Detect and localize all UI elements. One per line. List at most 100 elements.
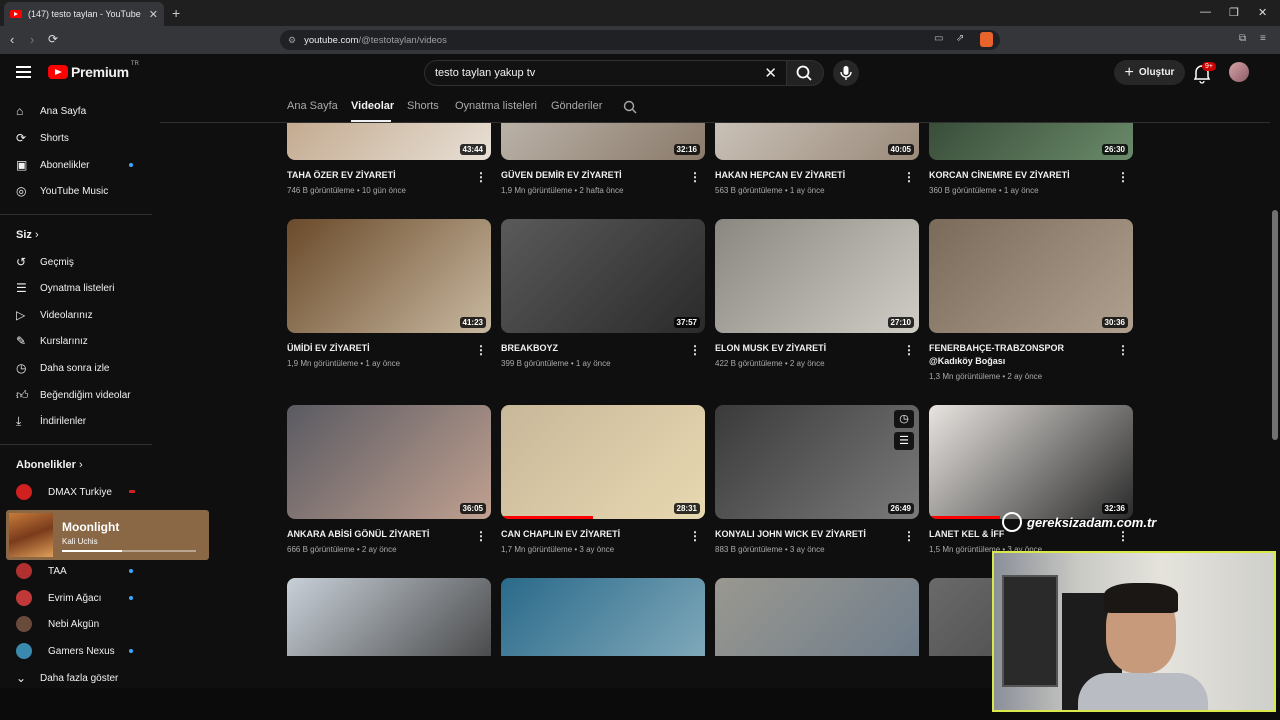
video-title[interactable]: CAN CHAPLIN EV ZİYARETİ — [501, 528, 681, 541]
video-duration: 35:04 — [674, 676, 700, 687]
video-card[interactable]: 30:36 FENERBAHÇE-TRABZONSPOR @Kadıköy Boğ… — [929, 219, 1133, 381]
youtube-premium-logo[interactable]: Premium TR — [48, 61, 139, 80]
video-title[interactable]: TAHA ÖZER EV ZİYARETİ — [287, 169, 467, 182]
video-title[interactable]: HAKAN HEPCAN EV ZİYARETİ — [715, 169, 895, 182]
video-title[interactable]: KONYALI JOHN WICK EV ZİYARETİ — [715, 528, 895, 541]
video-thumbnail[interactable]: 26:30 — [929, 123, 1133, 160]
video-card[interactable]: 35:04 — [501, 578, 705, 687]
create-button[interactable]: + Oluştur — [1114, 60, 1185, 85]
video-thumbnail[interactable]: 29:57 — [287, 578, 491, 656]
track-title: Moonlight — [62, 520, 120, 534]
cast-icon[interactable]: ▭ — [934, 33, 943, 44]
video-thumbnail[interactable]: 28:31 — [501, 405, 705, 519]
video-title[interactable]: BREAKBOYZ — [501, 342, 681, 355]
video-card[interactable]: 27:10 ELON MUSK EV ZİYARETİ 422 B görüntül… — [715, 219, 919, 368]
sidebar-item-label: Daha fazla göster — [40, 672, 119, 684]
sidebar-item-label: Ana Sayfa — [40, 105, 87, 117]
watch-later-icon[interactable]: ◷ — [894, 410, 914, 428]
maximize-button[interactable]: ❐ — [1229, 6, 1239, 19]
search-input[interactable]: testo taylan yakup tv ✕ — [424, 60, 788, 86]
tab-videos[interactable]: Videolar — [351, 100, 394, 112]
reload-icon[interactable]: ⟳ — [48, 32, 58, 46]
share-icon[interactable]: ⇗ — [956, 33, 964, 44]
more-options-icon[interactable]: ⋮ — [903, 170, 915, 184]
video-card[interactable]: 36:05 ANKARA ABİSİ GÖNÜL ZİYARETİ 666 B gö… — [287, 405, 491, 554]
video-card[interactable]: 26:30 KORCAN CİNEMRE EV ZİYARETİ 360 B gör… — [929, 123, 1133, 195]
video-meta: 1,3 Mn görüntüleme • 2 ay önce — [929, 372, 1043, 381]
tab-title: (147) testo taylan - YouTube — [28, 9, 141, 19]
video-title[interactable]: KORCAN CİNEMRE EV ZİYARETİ — [929, 169, 1109, 182]
more-options-icon[interactable]: ⋮ — [689, 170, 701, 184]
watch-progress-bar — [929, 516, 1001, 519]
video-card[interactable]: 28:31 CAN CHAPLIN EV ZİYARETİ 1,7 Mn görün… — [501, 405, 705, 554]
more-options-icon[interactable]: ⋮ — [903, 343, 915, 357]
more-options-icon[interactable]: ⋮ — [475, 343, 487, 357]
tab-playlists[interactable]: Oynatma listeleri — [455, 100, 537, 112]
video-card[interactable]: 37:57 BREAKBOYZ 399 B görüntüleme • 1 ay ö… — [501, 219, 705, 368]
album-art — [9, 513, 53, 557]
close-window-button[interactable]: ✕ — [1258, 6, 1267, 19]
video-thumbnail[interactable]: 35:04 — [501, 578, 705, 687]
notification-badge: 9+ — [1202, 62, 1216, 71]
video-duration: 43:44 — [459, 144, 486, 155]
video-thumbnail[interactable]: 37:57 — [501, 219, 705, 333]
video-duration: 27:10 — [887, 317, 914, 328]
account-avatar[interactable] — [1229, 62, 1249, 82]
more-options-icon[interactable]: ⋮ — [475, 529, 487, 543]
video-meta: 883 B görüntüleme • 3 ay önce — [715, 545, 825, 554]
video-thumbnail[interactable]: 36:05 — [287, 405, 491, 519]
tab-home[interactable]: Ana Sayfa — [287, 100, 338, 112]
video-card[interactable]: 29:57 — [287, 578, 491, 656]
video-card[interactable]: 26:49 ◷ ☰ KONYALI JOHN WICK EV ZİYARETİ 883 … — [715, 405, 919, 554]
more-options-icon[interactable]: ⋮ — [475, 170, 487, 184]
microphone-icon — [840, 66, 852, 80]
brave-shield-icon[interactable] — [980, 32, 993, 47]
sidebar-item-home[interactable]: ⌂ Ana Sayfa — [12, 98, 152, 124]
channel-search-icon[interactable] — [622, 99, 638, 120]
video-thumbnail[interactable]: 41:23 — [287, 219, 491, 333]
hamburger-menu-icon[interactable] — [16, 66, 31, 81]
video-title[interactable]: ANKARA ABİSİ GÖNÜL ZİYARETİ — [287, 528, 467, 541]
video-meta: 746 B görüntüleme • 10 gün önce — [287, 186, 406, 195]
video-title[interactable]: FENERBAHÇE-TRABZONSPOR @Kadıköy Boğası — [929, 342, 1109, 368]
video-duration: 32:16 — [673, 144, 700, 155]
forward-icon[interactable]: › — [30, 32, 34, 47]
menu-icon[interactable]: ≡ — [1260, 33, 1266, 44]
more-options-icon[interactable]: ⋮ — [1117, 343, 1129, 357]
more-options-icon[interactable]: ⋮ — [689, 529, 701, 543]
video-title[interactable]: GÜVEN DEMİR EV ZİYARETİ — [501, 169, 681, 182]
tab-shorts[interactable]: Shorts — [407, 100, 439, 112]
tab-posts[interactable]: Gönderiler — [551, 100, 602, 112]
video-thumbnail[interactable]: 30:36 — [929, 219, 1133, 333]
youtube-favicon-icon — [10, 10, 22, 18]
watermark-text: gereksizadam.com.tr — [1027, 514, 1157, 530]
video-title[interactable]: ÜMİDİ EV ZİYARETİ — [287, 342, 467, 355]
minimize-button[interactable]: — — [1200, 6, 1211, 18]
video-duration: 28:31 — [673, 503, 700, 514]
voice-search-button[interactable] — [833, 60, 859, 86]
more-options-icon[interactable]: ⋮ — [903, 529, 915, 543]
scrollbar-thumb[interactable] — [1272, 210, 1278, 440]
close-tab-icon[interactable]: ✕ — [149, 8, 158, 21]
video-title[interactable]: ELON MUSK EV ZİYARETİ — [715, 342, 895, 355]
site-info-icon[interactable]: ⚙ — [288, 35, 296, 46]
video-duration: 40:05 — [887, 144, 914, 155]
new-tab-button[interactable]: + — [172, 5, 180, 21]
address-bar[interactable]: ⚙ youtube.com/@testotaylan/videos — [280, 30, 1000, 50]
search-icon — [796, 65, 812, 81]
more-options-icon[interactable]: ⋮ — [689, 343, 701, 357]
video-thumbnail[interactable]: 26:49 ◷ ☰ — [715, 405, 919, 519]
browser-tab[interactable]: (147) testo taylan - YouTube ✕ — [4, 2, 164, 26]
more-options-icon[interactable]: ⋮ — [1117, 170, 1129, 184]
video-thumbnail[interactable]: 27:10 — [715, 219, 919, 333]
video-thumbnail[interactable]: 56:29 — [715, 578, 919, 656]
home-icon: ⌂ — [16, 104, 24, 118]
video-thumbnail[interactable]: 32:36 — [929, 405, 1133, 519]
video-card[interactable]: 41:23 ÜMİDİ EV ZİYARETİ 1,9 Mn görüntüleme… — [287, 219, 491, 368]
clear-search-icon[interactable]: ✕ — [764, 64, 777, 82]
video-card[interactable]: 56:29 — [715, 578, 919, 656]
back-icon[interactable]: ‹ — [10, 32, 14, 47]
search-button[interactable] — [786, 60, 824, 86]
add-to-queue-icon[interactable]: ☰ — [894, 432, 914, 450]
extensions-icon[interactable]: ⧉ — [1239, 33, 1246, 44]
